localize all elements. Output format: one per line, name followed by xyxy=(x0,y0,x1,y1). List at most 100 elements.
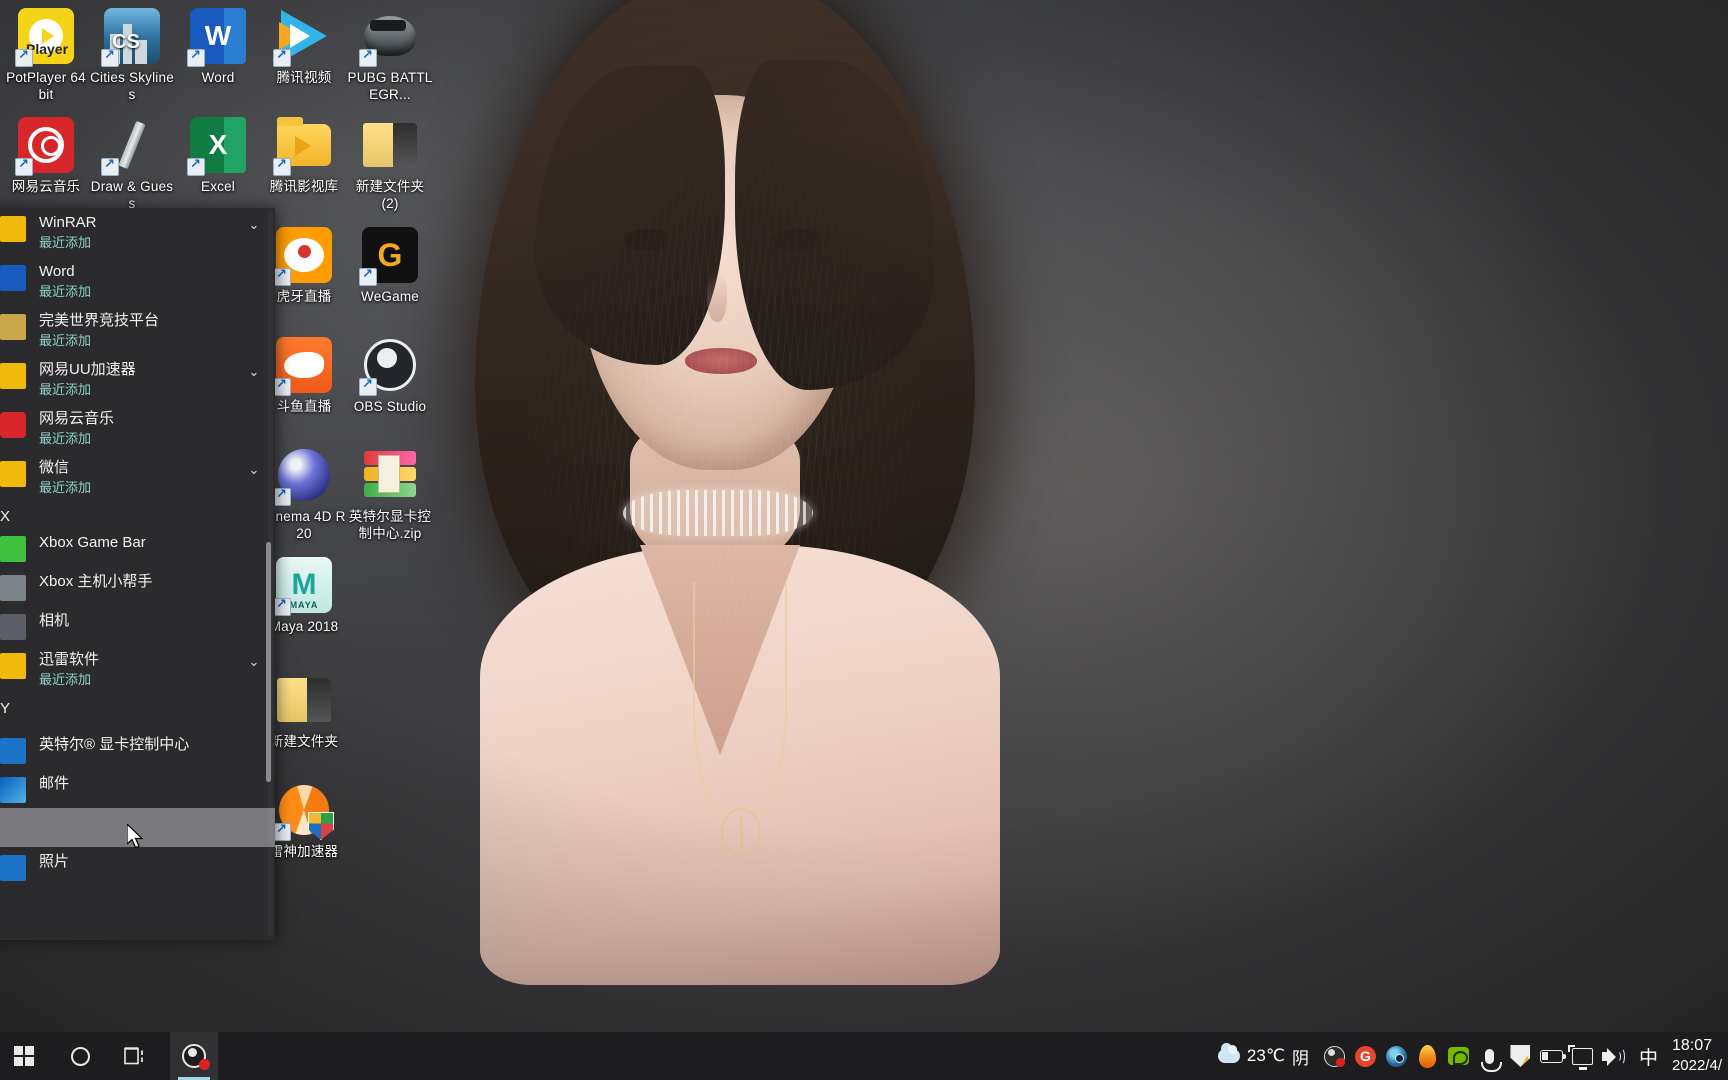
blank-icon xyxy=(0,816,26,842)
start-menu-item-xunlei-software[interactable]: 迅雷软件 最近添加 ⌄ xyxy=(0,645,275,694)
security-warning-tray-icon[interactable] xyxy=(1505,1032,1536,1080)
nvidia-tray-icon[interactable] xyxy=(1443,1032,1474,1080)
clock[interactable]: 18:07 2022/4/ xyxy=(1668,1036,1728,1076)
leishen-icon xyxy=(273,782,334,841)
start-menu-item-sublabel: 最近添加 xyxy=(39,431,92,446)
desktop-icon-wegame[interactable]: G WeGame xyxy=(346,227,434,306)
shortcut-arrow-icon xyxy=(273,376,291,396)
shortcut-arrow-icon xyxy=(15,47,33,67)
start-menu-scrollbar-thumb[interactable] xyxy=(266,542,271,782)
shortcut-arrow-icon xyxy=(101,156,119,176)
desktop-icon-tencent-video-library[interactable]: 腾讯影视库 xyxy=(260,117,348,196)
clock-date: 2022/4/ xyxy=(1671,1057,1722,1074)
desktop-icon-netease-music[interactable]: 网易云音乐 xyxy=(2,117,90,196)
obs-icon xyxy=(359,337,418,396)
word-icon xyxy=(0,265,26,291)
start-menu-item-winrar[interactable]: WinRAR 最近添加 ⌄ xyxy=(0,208,275,257)
start-menu-item-intel-graphics-command-center[interactable]: 英特尔® 显卡控制中心 xyxy=(0,730,275,769)
wegame-icon: G xyxy=(359,227,418,286)
xbox-game-bar-icon xyxy=(0,536,26,562)
desktop-icon-pubg[interactable]: PUBG BATTLEGR... xyxy=(346,8,434,103)
chevron-down-icon[interactable]: ⌄ xyxy=(243,654,265,670)
weather-condition: 阴 xyxy=(1291,1048,1309,1068)
start-menu-item-label: 网易云音乐 xyxy=(39,410,115,427)
obs-taskbar-button[interactable] xyxy=(170,1032,218,1080)
desktop-icon-draw-and-guess[interactable]: Draw & Guess xyxy=(88,117,176,212)
shortcut-arrow-icon xyxy=(273,821,291,841)
task-view-button[interactable] xyxy=(112,1032,160,1080)
start-menu-item-perfect-world-arena[interactable]: 完美世界竞技平台 最近添加 xyxy=(0,306,275,355)
shortcut-arrow-icon xyxy=(359,376,377,396)
display-tray-icon[interactable] xyxy=(1567,1032,1598,1080)
system-tray[interactable]: 23℃ 阴 G 中 xyxy=(1212,1032,1728,1080)
pubg-helmet-icon xyxy=(359,8,418,67)
start-menu-item-xbox-game-bar[interactable]: Xbox Game Bar xyxy=(0,528,275,567)
start-menu-item-label: 微信 xyxy=(39,459,70,476)
start-menu-item-label: 网易UU加速器 xyxy=(39,361,136,378)
desktop-icon-cities-skylines[interactable]: CS Cities Skylines xyxy=(88,8,176,103)
obs-tray-icon[interactable] xyxy=(1319,1032,1350,1080)
word-icon: W xyxy=(187,8,246,67)
desktop-icon-label: 新建文件夹 (2) xyxy=(355,179,425,211)
start-menu-item-label: 照片 xyxy=(39,853,70,870)
start-menu-item-sublabel: 最近添加 xyxy=(39,333,92,348)
folder-play-icon xyxy=(273,117,332,176)
start-menu-item-camera[interactable]: 相机 xyxy=(0,606,275,645)
microphone-tray-icon[interactable] xyxy=(1474,1032,1505,1080)
start-menu-item-label: 邮件 xyxy=(39,775,70,792)
netease-uu-icon xyxy=(0,363,26,389)
intel-graphics-icon xyxy=(0,738,26,764)
grammarly-tray-icon[interactable]: G xyxy=(1350,1032,1381,1080)
mail-icon xyxy=(0,777,26,803)
desktop-icon-intel-gpu-zip[interactable]: 英特尔显卡控制中心.zip xyxy=(346,447,434,542)
start-menu-letter-header-y[interactable]: Y xyxy=(0,694,275,720)
shortcut-arrow-icon xyxy=(273,156,291,176)
desktop-icon-label: Word xyxy=(201,70,235,85)
chevron-down-icon[interactable]: ⌄ xyxy=(243,364,265,380)
flame-tray-icon[interactable] xyxy=(1412,1032,1443,1080)
desktop-icon-label: OBS Studio xyxy=(353,399,427,414)
desktop-icon-excel[interactable]: X Excel xyxy=(174,117,262,196)
desktop-icon-potplayer[interactable]: Player PotPlayer 64 bit xyxy=(2,8,90,103)
start-menu-item-label: 英特尔® 显卡控制中心 xyxy=(39,736,190,753)
cloud-icon xyxy=(1217,1043,1240,1063)
chevron-down-icon[interactable]: ⌄ xyxy=(243,217,265,233)
taskbar-left-buttons[interactable] xyxy=(0,1032,218,1080)
desktop-icon-tencent-video[interactable]: 腾讯视频 xyxy=(260,8,348,87)
winrar-archive-icon xyxy=(362,447,418,503)
start-menu-item-netease-uu-booster[interactable]: 网易UU加速器 最近添加 ⌄ xyxy=(0,355,275,404)
desktop-icon-word[interactable]: W Word xyxy=(174,8,262,87)
weather-widget[interactable]: 23℃ 阴 xyxy=(1212,1032,1319,1080)
start-menu-item-xbox-console-companion[interactable]: Xbox 主机小帮手 xyxy=(0,567,275,606)
start-menu-item-photos[interactable]: 照片 xyxy=(0,847,275,886)
start-menu-letter-header-x[interactable]: X xyxy=(0,502,275,528)
shortcut-arrow-icon xyxy=(359,266,377,286)
mouse-cursor xyxy=(127,824,144,849)
weather-temperature: 23℃ xyxy=(1246,1046,1285,1065)
potplayer-icon: Player xyxy=(15,8,74,67)
cortana-button[interactable] xyxy=(56,1032,104,1080)
tencent-video-icon xyxy=(273,8,332,67)
clock-time: 18:07 xyxy=(1671,1037,1712,1054)
battery-tray-icon[interactable] xyxy=(1536,1032,1567,1080)
steam-tray-icon[interactable] xyxy=(1381,1032,1412,1080)
chevron-down-icon[interactable]: ⌄ xyxy=(243,462,265,478)
ime-indicator[interactable]: 中 xyxy=(1629,1043,1668,1070)
start-menu-item-word[interactable]: Word 最近添加 xyxy=(0,257,275,306)
photos-icon xyxy=(0,855,26,881)
desktop-icon-label: 网易云音乐 xyxy=(11,179,81,194)
desktop-icon-new-folder-2[interactable]: 新建文件夹 (2) xyxy=(346,117,434,212)
start-menu-scrollbar[interactable] xyxy=(266,212,273,936)
desktop-icon-label: Cities Skylines xyxy=(90,70,174,102)
volume-tray-icon[interactable] xyxy=(1598,1032,1629,1080)
start-menu-item-label: WinRAR xyxy=(39,214,97,231)
start-menu-item-sublabel: 最近添加 xyxy=(39,672,92,687)
shortcut-arrow-icon xyxy=(15,156,33,176)
desktop-icon-obs-studio[interactable]: OBS Studio xyxy=(346,337,434,416)
start-menu-item-netease-cloud-music[interactable]: 网易云音乐 最近添加 xyxy=(0,404,275,453)
start-button[interactable] xyxy=(0,1032,48,1080)
start-menu-item-mail[interactable]: 邮件 xyxy=(0,769,275,808)
taskbar[interactable]: 23℃ 阴 G 中 xyxy=(0,1032,1728,1080)
start-menu-item-wechat[interactable]: 微信 最近添加 ⌄ xyxy=(0,453,275,502)
cinema4d-icon xyxy=(273,447,332,506)
